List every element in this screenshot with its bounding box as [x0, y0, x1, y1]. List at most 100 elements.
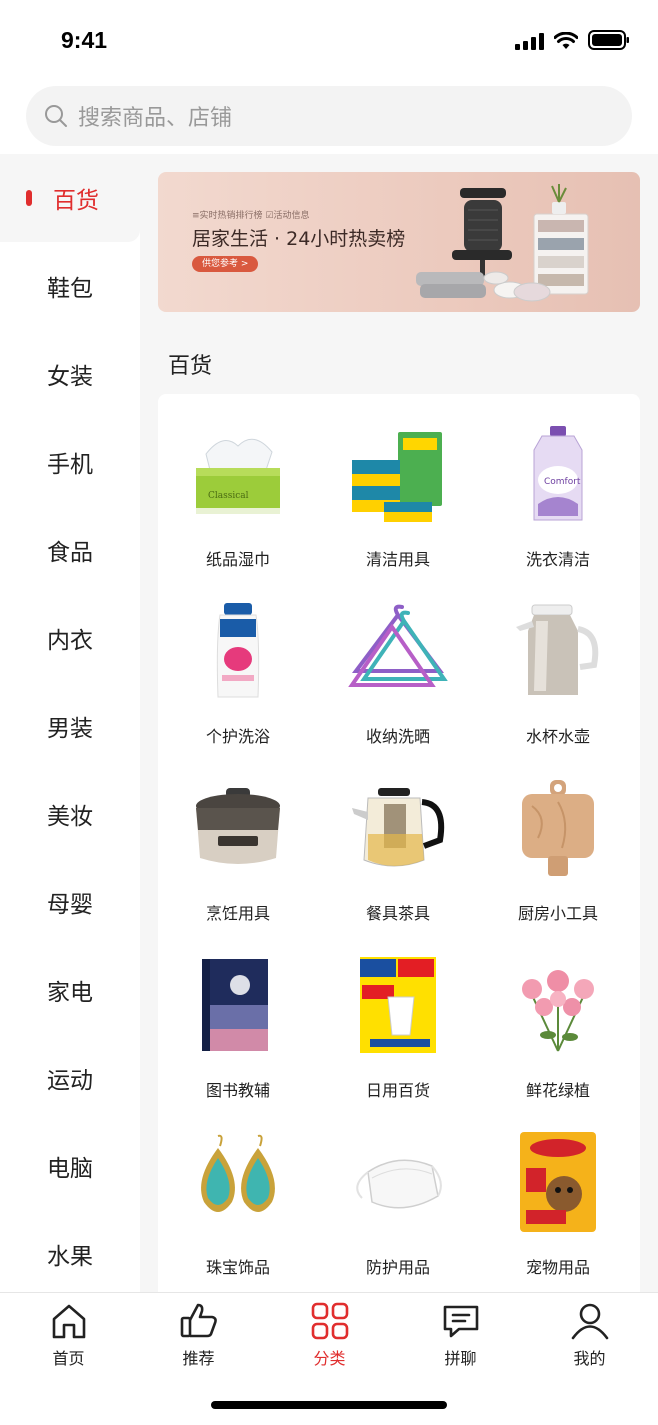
flowers-icon: [508, 955, 608, 1055]
sidebar-item-label: 电脑: [47, 1156, 93, 1182]
sidebar-item-underwear[interactable]: 内衣: [0, 594, 140, 682]
status-bar: 9:41: [0, 0, 658, 84]
tab-label: 我的: [573, 1349, 606, 1368]
sidebar-item-phones[interactable]: 手机: [0, 418, 140, 506]
sidebar-item-label: 家电: [47, 980, 93, 1006]
sidebar-item-computers[interactable]: 电脑: [0, 1122, 140, 1210]
tissue-box-icon: Classical: [188, 424, 288, 524]
home-icon: [52, 1304, 85, 1339]
section-title: 百货: [168, 354, 213, 379]
category-label: 洗衣清洁: [525, 550, 590, 569]
sidebar-item-label: 水果: [47, 1244, 93, 1270]
tab-home[interactable]: 首页: [3, 1293, 134, 1373]
tab-category[interactable]: 分类: [264, 1293, 395, 1373]
category-grid: Classical 纸品湿巾 清洁用具 Comfort 洗衣清洁 个护洗浴 收纳…: [158, 394, 640, 1292]
category-item[interactable]: 图书教辅: [158, 925, 318, 1102]
bottom-tab-bar: 首页 推荐 分类 拼聊 我的: [0, 1292, 658, 1425]
category-label: 厨房小工具: [517, 904, 598, 923]
sidebar-item-label: 内衣: [47, 628, 93, 654]
cooker-icon: [188, 778, 288, 878]
category-item[interactable]: 厨房小工具: [478, 748, 638, 925]
active-indicator: [26, 190, 32, 206]
status-icons: [515, 30, 630, 50]
sidebar-item-label: 食品: [47, 540, 93, 566]
search-placeholder: 搜索商品、店铺: [78, 106, 233, 131]
sidebar-item-appliances[interactable]: 家电: [0, 946, 140, 1034]
tab-label: 首页: [52, 1349, 85, 1368]
sidebar-item-fruit[interactable]: 水果: [0, 1210, 140, 1298]
sidebar-item-general[interactable]: 百货: [0, 154, 140, 242]
category-label: 鲜花绿植: [525, 1081, 590, 1100]
search-icon: [45, 105, 67, 127]
category-label: 餐具茶具: [365, 904, 430, 923]
book-icon: [188, 955, 288, 1055]
tab-label: 拼聊: [444, 1349, 477, 1368]
sidebar-item-sports[interactable]: 运动: [0, 1034, 140, 1122]
pet-food-icon: [508, 1132, 608, 1232]
sidebar-item-label: 手机: [47, 452, 93, 478]
tab-group-chat[interactable]: 拼聊: [395, 1293, 526, 1373]
signal-icon: [515, 32, 544, 50]
category-item[interactable]: 防护用品: [318, 1102, 478, 1279]
sidebar-item-shoes-bags[interactable]: 鞋包: [0, 242, 140, 330]
search-area: 搜索商品、店铺: [0, 84, 658, 154]
category-sidebar: 百货 鞋包 女装 手机 食品 内衣 男装 美妆 母婴 家电 运动 电脑 水果: [0, 154, 140, 1292]
sidebar-item-label: 运动: [47, 1068, 93, 1094]
search-input[interactable]: 搜索商品、店铺: [26, 86, 632, 146]
category-item[interactable]: 清洁用具: [318, 394, 478, 571]
tab-label: 推荐: [182, 1349, 215, 1368]
chat-icon: [443, 1305, 478, 1338]
category-item[interactable]: 收纳洗晒: [318, 571, 478, 748]
paper-cups-icon: [348, 955, 448, 1055]
category-item[interactable]: 个护洗浴: [158, 571, 318, 748]
category-item[interactable]: 珠宝饰品: [158, 1102, 318, 1279]
category-item[interactable]: 烹饪用具: [158, 748, 318, 925]
category-item[interactable]: 水杯水壶: [478, 571, 638, 748]
sidebar-item-label: 母婴: [47, 892, 93, 918]
category-item[interactable]: 餐具茶具: [318, 748, 478, 925]
svg-text:Classical: Classical: [208, 491, 249, 501]
promo-banner[interactable]: ≡实时热销排行榜 ☑活动信息 居家生活 · 24小时热卖榜 供您参考 >: [158, 172, 640, 312]
category-content: ≡实时热销排行榜 ☑活动信息 居家生活 · 24小时热卖榜 供您参考 > 百货 …: [140, 154, 658, 1292]
battery-icon: [588, 30, 629, 50]
cutting-board-icon: [508, 778, 608, 878]
category-label: 个护洗浴: [205, 727, 270, 746]
category-label: 水杯水壶: [525, 727, 590, 746]
sidebar-item-baby[interactable]: 母婴: [0, 858, 140, 946]
category-label: 纸品湿巾: [205, 550, 270, 569]
sidebar-item-label: 鞋包: [47, 276, 93, 302]
mask-icon: [348, 1132, 448, 1232]
tab-label: 分类: [313, 1349, 346, 1368]
home-indicator: [211, 1401, 447, 1409]
sidebar-item-label: 男装: [47, 716, 93, 742]
thumbs-up-icon: [180, 1303, 217, 1338]
category-grid-icon: [311, 1302, 348, 1340]
home-goods-illustration: [416, 184, 589, 302]
sidebar-item-label: 美妆: [47, 804, 93, 830]
svg-text:Comfort: Comfort: [544, 477, 581, 487]
category-label: 收纳洗晒: [365, 727, 430, 746]
category-label: 日用百货: [365, 1081, 430, 1100]
sidebar-item-label: 百货: [53, 188, 99, 214]
category-item[interactable]: 宠物用品: [478, 1102, 638, 1279]
category-label: 清洁用具: [365, 550, 430, 569]
sidebar-item-food[interactable]: 食品: [0, 506, 140, 594]
sidebar-item-mens[interactable]: 男装: [0, 682, 140, 770]
category-item[interactable]: Comfort 洗衣清洁: [478, 394, 638, 571]
banner-subtitle: ≡实时热销排行榜 ☑活动信息: [192, 211, 310, 221]
category-item[interactable]: 日用百货: [318, 925, 478, 1102]
category-label: 图书教辅: [205, 1081, 270, 1100]
category-label: 烹饪用具: [205, 904, 270, 923]
category-label: 宠物用品: [525, 1258, 590, 1277]
category-label: 防护用品: [365, 1258, 430, 1277]
sidebar-item-womens[interactable]: 女装: [0, 330, 140, 418]
banner-title: 居家生活 · 24小时热卖榜: [192, 228, 406, 250]
tab-recommend[interactable]: 推荐: [133, 1293, 264, 1373]
category-item[interactable]: Classical 纸品湿巾: [158, 394, 318, 571]
category-item[interactable]: 鲜花绿植: [478, 925, 638, 1102]
kettle-icon: [508, 601, 608, 701]
banner-button[interactable]: 供您参考 >: [192, 256, 259, 272]
sidebar-item-beauty[interactable]: 美妆: [0, 770, 140, 858]
category-label: 珠宝饰品: [205, 1258, 270, 1277]
tab-profile[interactable]: 我的: [524, 1293, 655, 1373]
